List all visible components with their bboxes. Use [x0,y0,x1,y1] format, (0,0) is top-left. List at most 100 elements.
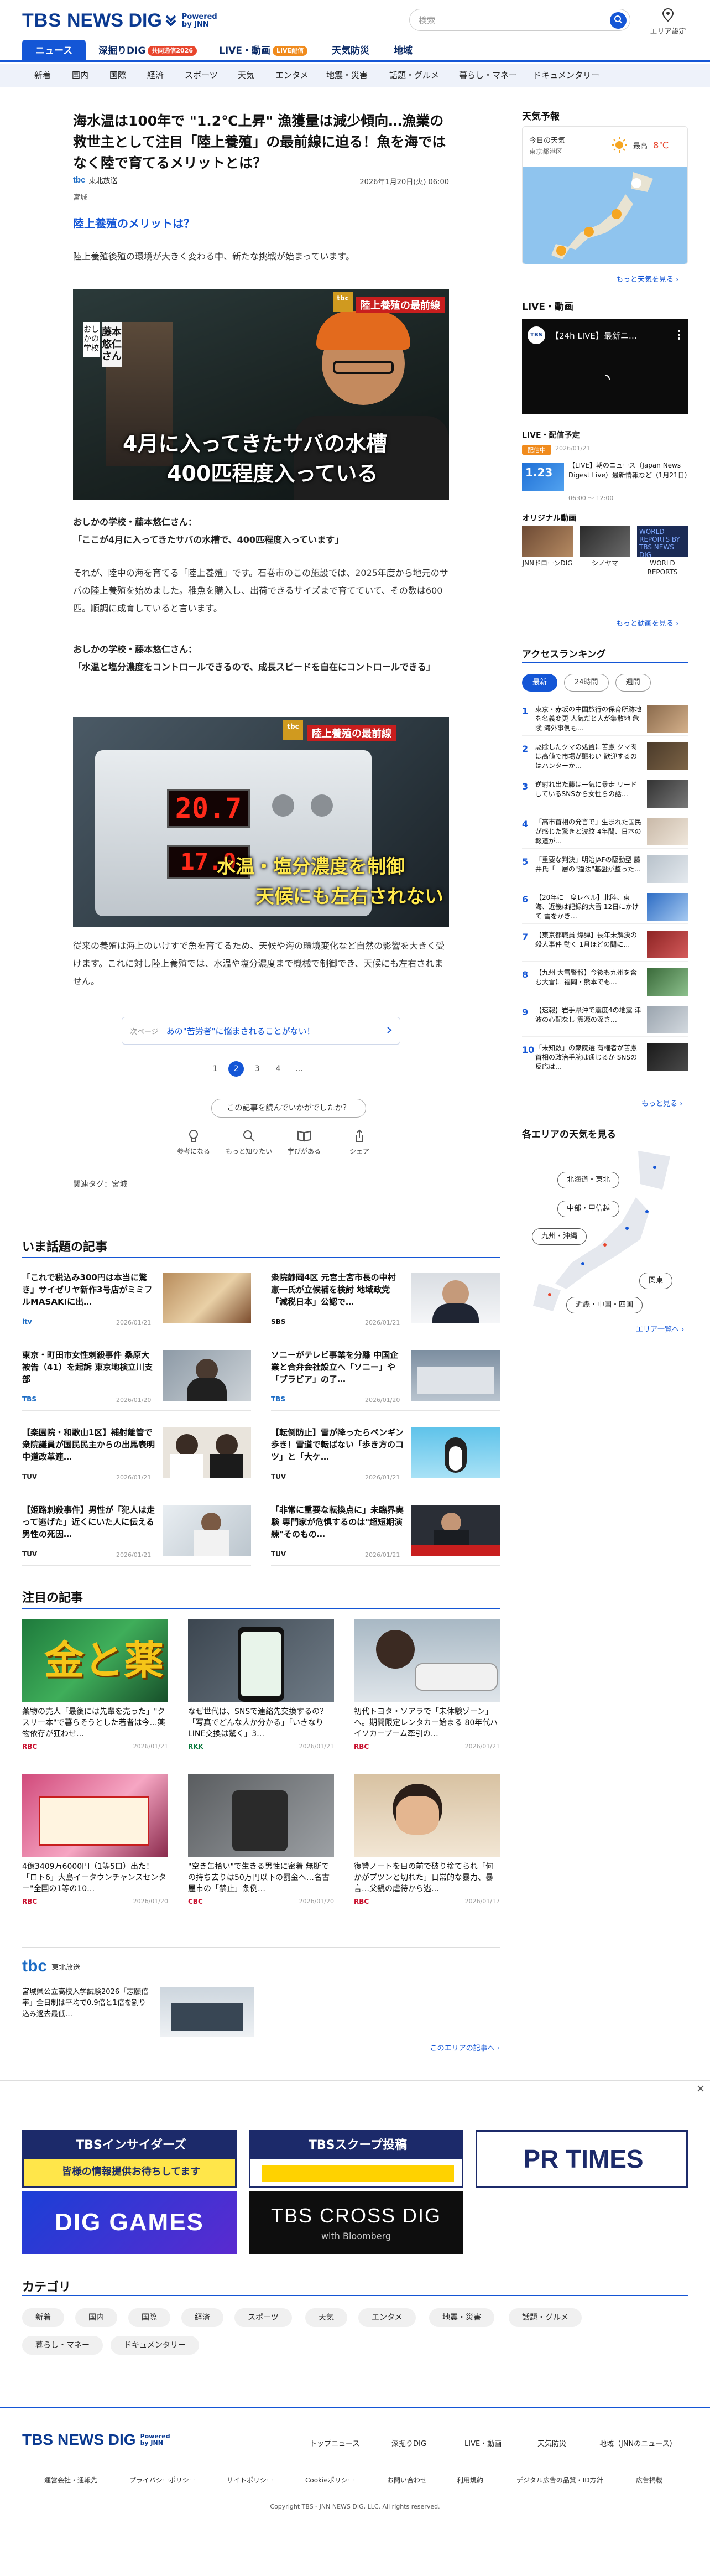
area-kyushu-okinawa[interactable]: 九州・沖縄 [532,1228,587,1245]
video-more-link[interactable]: もっと動画を見る › [616,617,678,628]
nav-news[interactable]: ニュース [22,40,86,62]
area-kinki-chugoku-shikoku[interactable]: 近畿・中国・四国 [566,1297,643,1313]
ranking-item[interactable]: 5 「重要な判決」明治JAFの駆動型 藤井氏「一層の"違法"基盤が整った… [522,852,688,886]
category-money[interactable]: 暮らし・マネー [22,2336,103,2355]
ranking-item[interactable]: 7 【東京都職員 爆弾】長年未解決の殺人事件 動く 1月ほどの間に… [522,927,688,962]
nav-deep-dig[interactable]: 深掘りDIG 共同通信2026 [98,40,197,62]
page-4[interactable]: 4 [270,1061,286,1077]
featured-card[interactable]: なぜ世代は、SNSで連絡先交換するの？「写真でどんな人か分かる」「いきなりLIN… [188,1619,334,1751]
area-chubu[interactable]: 中部・甲信越 [557,1201,620,1217]
footer-link-deep[interactable]: 深掘りDIG [391,2438,426,2448]
category-documentary[interactable]: ドキュメンタリー [111,2336,199,2355]
ranking-item[interactable]: 8 【九州 大雪警報】今後も九州を含む大雪に 福岡・熊本でも… [522,965,688,999]
trending-card[interactable]: 【転倒防止】雪が降ったらペンギン歩き！雪道で転ばない「歩き方のコツ」と「大ケ… … [271,1422,500,1488]
reaction-share[interactable]: シェア [332,1129,387,1156]
nav-live[interactable]: LIVE・動画 LIVE配信 [219,40,308,62]
subnav-disaster[interactable]: 地震・災害 [326,64,368,87]
category-new[interactable]: 新着 [22,2308,64,2327]
footer-privacy[interactable]: プライバシーポリシー [129,2475,196,2485]
trending-card[interactable]: 【姫路刺殺事件】男性が「犯人は走って逃げた」近くにいた人に伝える 男性の死因… … [22,1499,251,1566]
category-domestic[interactable]: 国内 [75,2308,117,2327]
area-hokkaido-tohoku[interactable]: 北海道・東北 [557,1172,620,1188]
nav-region[interactable]: 地域 [394,40,413,62]
related-tags[interactable]: 関連タグ：宮城 [73,1178,127,1190]
ranking-tab-latest[interactable]: 最新 [522,674,558,692]
ranking-tab-weekly[interactable]: 週間 [615,674,651,692]
footer-link-weather[interactable]: 天気防災 [537,2438,566,2448]
trending-card[interactable]: 「これで税込み300円は本当に驚き」サイゼリヤ新作3号店がミミフルMASAKIに… [22,1267,251,1333]
search-input[interactable] [419,14,596,27]
local-more-link[interactable]: このエリアの記事へ › [430,2042,500,2053]
subnav-sports[interactable]: スポーツ [185,64,218,87]
ranking-item[interactable]: 2 駆除したクマの処置に苦慮 クマ肉は高値で市場が賑わい 歓迎するのはハンターか… [522,739,688,773]
featured-card[interactable]: "空き缶拾い"で生きる男性に密着 無断での持ち去りは50万円以下の罰金へ…名古屋… [188,1774,334,1905]
live-video-player[interactable]: TBS 【24h LIVE】最新ニ… [522,319,688,414]
subnav-new[interactable]: 新着 [34,64,51,87]
ranking-item[interactable]: 10 「未知数」の衆院選 有権者が苦慮 首相の政治手腕は通じるか SNSの反応は… [522,1040,688,1074]
reaction-learn[interactable]: 学びがある [276,1129,332,1156]
page-1[interactable]: 1 [207,1061,223,1077]
footer-link-top[interactable]: トップニュース [310,2438,359,2448]
banner-cross-dig[interactable]: TBS CROSS DIG with Bloomberg [249,2191,463,2254]
ranking-item[interactable]: 3 逆射れ出た藤は一気に暴走 リードしているSNSから女性らの話… [522,777,688,811]
banner-insiders[interactable]: TBSインサイダーズ 皆様の情報提供お待ちしてます [22,2130,237,2188]
article-region[interactable]: 宮城 [73,191,87,202]
category-entertainment[interactable]: エンタメ [358,2308,416,2327]
subnav-gourmet[interactable]: 話題・グルメ [389,64,439,87]
original-video-item[interactable]: JNNドローンDIG [522,526,573,568]
category-gourmet[interactable]: 話題・グルメ [509,2308,582,2327]
ranking-item[interactable]: 1 東京・赤坂の中国旅行の保育所跡地を名義変更 人気だと人が集散地 危険 海外事例… [522,702,688,736]
live-schedule-item[interactable]: 配信中 2026/01/21 1.23 【LIVE】朝のニュース（Japan N… [522,443,691,503]
footer-link-live[interactable]: LIVE・動画 [464,2438,502,2448]
footer-ad-placement[interactable]: 広告掲載 [636,2475,662,2485]
banner-scoop[interactable]: TBSスクープ投稿 [249,2130,463,2188]
footer-site-policy[interactable]: サイトポリシー [227,2475,273,2485]
area-kanto[interactable]: 関東 [639,1273,673,1289]
footer-contact[interactable]: お問い合わせ [387,2475,427,2485]
page-2-current[interactable]: 2 [228,1061,244,1077]
subnav-domestic[interactable]: 国内 [72,64,88,87]
subnav-money[interactable]: 暮らし・マネー [459,64,517,87]
footer-ad-quality[interactable]: デジタル広告の品質・ID方針 [516,2475,603,2485]
trending-card[interactable]: 「非常に重要な転換点に」未臨界実験 専門家が危惧するのは"超短期演練"そのもの…… [271,1499,500,1566]
area-setting-button[interactable]: エリア設定 [646,8,690,36]
site-logo[interactable]: TBS NEWS DIG Powered by JNN [22,10,217,32]
subnav-weather[interactable]: 天気 [238,64,254,87]
page-3[interactable]: 3 [249,1061,265,1077]
featured-card[interactable]: 4億3409万6000円（1等5口）出た！「ロト6」大島イータウンチャンスセンタ… [22,1774,168,1905]
footer-company[interactable]: 運営会社・通報先 [44,2475,97,2485]
category-sports[interactable]: スポーツ [234,2308,292,2327]
featured-card[interactable]: 復讐ノートを目の前で破り捨てられ「何かがプツンと切れた」日常的な暴力、暴言…父親… [354,1774,500,1905]
category-weather[interactable]: 天気 [305,2308,347,2327]
trending-card[interactable]: 【楽園院・和歌山1区】補射離管で衆院議員が国民民主からの出馬表明 中道改革連… … [22,1422,251,1488]
next-page-link[interactable]: 次ページ あの"苦労者"に悩まされることがない！ [122,1017,400,1045]
footer-cookie[interactable]: Cookieポリシー [305,2475,354,2485]
subnav-economy[interactable]: 経済 [147,64,164,87]
close-icon[interactable] [697,2084,704,2095]
subnav-international[interactable]: 国際 [109,64,126,87]
weather-widget[interactable]: 今日の天気 東京都港区 最高 8℃ [522,126,688,264]
featured-card[interactable]: 金と薬物 薬物の売人「最後には先輩を売った」"クスリ一本"で暮らそうとした若者は… [22,1619,168,1751]
kebab-menu-icon[interactable] [678,330,680,342]
article-source[interactable]: tbc 東北放送 [73,175,118,185]
trending-card[interactable]: 衆院静岡4区 元宮士宮市長の中村憲一氏が立候補を検討 地域政党「減税日本」公認で… [271,1267,500,1333]
search-button[interactable] [610,12,627,29]
ranking-more-link[interactable]: もっと見る › [641,1098,682,1108]
original-video-item[interactable]: シノヤマ [580,526,630,568]
footer-link-region[interactable]: 地域（JNNのニュース） [599,2438,677,2448]
banner-prtimes[interactable]: PR TIMES [476,2130,688,2188]
reaction-more[interactable]: もっと知りたい [221,1129,276,1156]
ranking-item[interactable]: 4 「高市首相の発言で」生まれた国民が感じた驚きと波紋 4年間、日本の報道が… [522,814,688,849]
footer-logo[interactable]: TBS NEWS DIG Powered by JNN [22,2431,170,2449]
local-article[interactable]: 宮城県公立高校入学試験2026「志願倍率」全日制は平均で0.9倍と1倍を割り込み… [22,1987,254,2037]
area-list-link[interactable]: エリア一覧へ › [636,1323,684,1334]
category-disaster[interactable]: 地震・災害 [429,2308,494,2327]
ranking-item[interactable]: 6 【20年に一度レベル】北陸、東海、近畿は記録的大雪 12日にかけて 雪をかき… [522,890,688,924]
subnav-entertainment[interactable]: エンタメ [275,64,309,87]
nav-weather[interactable]: 天気防災 [332,40,369,62]
weather-more-link[interactable]: もっと天気を見る › [616,273,678,284]
banner-dig-games[interactable]: DIG GAMES [22,2191,237,2254]
category-economy[interactable]: 経済 [181,2308,223,2327]
ranking-tab-24h[interactable]: 24時間 [564,674,609,692]
trending-card[interactable]: ソニーがテレビ事業を分離 中国企業と合弁会社設立へ「ソニー」や「ブラビア」の了…… [271,1344,500,1411]
